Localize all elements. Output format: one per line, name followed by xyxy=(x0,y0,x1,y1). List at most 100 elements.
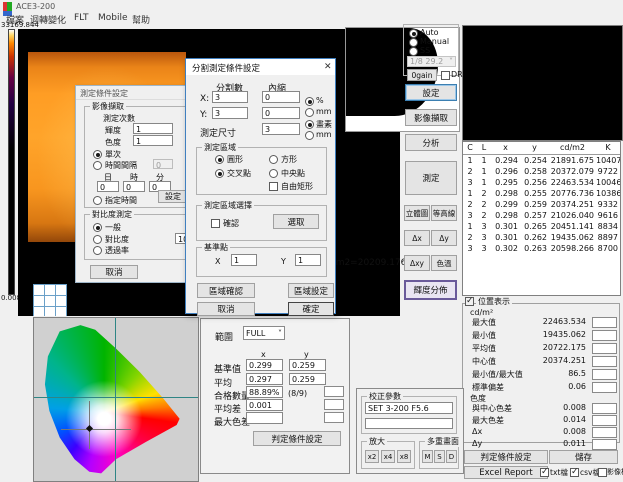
area-set-button[interactable]: 區域設定 xyxy=(288,283,334,298)
measure-button[interactable]: 測定 xyxy=(405,161,457,195)
position-display-checkbox[interactable] xyxy=(465,297,474,306)
radio-inset-mm[interactable] xyxy=(305,108,314,117)
result-limit-box[interactable] xyxy=(324,412,344,423)
result-limit-box[interactable] xyxy=(324,386,344,397)
color-temp-button[interactable]: 色溫 xyxy=(431,255,457,271)
hour-field[interactable]: 0 xyxy=(123,181,145,192)
reference-x-field[interactable]: 0.299 xyxy=(246,359,283,371)
range-dropdown[interactable]: FULL ˅ xyxy=(243,326,285,340)
zoom-x2-button[interactable]: x2 xyxy=(365,450,379,463)
table-row[interactable]: 310.2950.25622463.53410046 xyxy=(463,177,620,188)
image-file-checkbox[interactable] xyxy=(598,468,607,477)
stat-limit-box[interactable] xyxy=(592,343,617,354)
dialog-title-bar[interactable]: 分割測定條件設定 ✕ xyxy=(186,59,335,75)
radio-circle[interactable] xyxy=(215,155,224,164)
contour-button[interactable]: 等高線 xyxy=(431,205,457,221)
delta-y-button[interactable]: Δy xyxy=(431,230,457,246)
judge-condition-button-2[interactable]: 判定條件設定 xyxy=(253,431,341,446)
stat-limit-box[interactable] xyxy=(592,317,617,328)
x-divisions-field[interactable]: 3 xyxy=(212,91,248,103)
y-divisions-field[interactable]: 3 xyxy=(212,107,248,119)
day-field[interactable]: 0 xyxy=(97,181,119,192)
analyze-button[interactable]: 分析 xyxy=(405,134,457,151)
radio-transmittance[interactable] xyxy=(93,246,102,255)
zero-gain-button[interactable]: 0gain xyxy=(407,69,437,81)
menu-mobile[interactable]: Mobile xyxy=(98,13,128,23)
multi-d-button[interactable]: D xyxy=(446,450,457,463)
radio-contrast[interactable] xyxy=(93,235,102,244)
save-button[interactable]: 儲存 xyxy=(549,450,618,464)
settings-button[interactable]: 設定 xyxy=(405,84,457,101)
average-x-field[interactable]: 0.297 xyxy=(246,373,283,385)
csv-file-checkbox[interactable] xyxy=(570,468,579,477)
measure-size-field[interactable]: 3 xyxy=(262,123,300,135)
calibration-empty-field[interactable] xyxy=(365,418,453,429)
stat-limit-box[interactable] xyxy=(592,439,617,450)
table-row[interactable]: 130.3010.26520451.1418834 xyxy=(463,221,620,232)
multi-s-button[interactable]: S xyxy=(434,450,445,463)
stat-limit-box[interactable] xyxy=(592,356,617,367)
reference-y-field[interactable]: 0.259 xyxy=(289,359,326,371)
interval-field[interactable]: 0 xyxy=(153,159,173,169)
delta-xy-button[interactable]: Δxy xyxy=(404,255,430,271)
time-set-button[interactable]: 設定 xyxy=(158,190,188,203)
table-row[interactable]: 120.2980.25520776.73610386 xyxy=(463,188,620,199)
radio-general[interactable] xyxy=(93,223,102,232)
chroma-count-field[interactable]: 1 xyxy=(133,135,173,146)
split-cancel-button[interactable]: 取消 xyxy=(197,302,255,316)
table-row[interactable]: 230.3010.26219435.0628897 xyxy=(463,232,620,243)
txt-file-checkbox[interactable] xyxy=(540,468,549,477)
luminance-count-field[interactable]: 1 xyxy=(133,123,173,134)
radio-cross-point[interactable] xyxy=(215,169,224,178)
radio-size-pixel[interactable] xyxy=(305,120,314,129)
solid-view-button[interactable]: 立體圖 xyxy=(404,205,430,221)
menu-flt[interactable]: FLT xyxy=(74,13,88,23)
excel-report-button[interactable]: Excel Report xyxy=(464,466,548,479)
base-y-field[interactable]: 1 xyxy=(295,254,321,266)
stat-limit-box[interactable] xyxy=(592,403,617,414)
pick-button[interactable]: 選取 xyxy=(273,214,319,229)
stat-limit-box[interactable] xyxy=(592,330,617,341)
luminance-dist-button[interactable]: 輝度分佈 xyxy=(404,280,457,300)
radio-manual[interactable] xyxy=(409,38,418,47)
table-row[interactable]: 220.2990.25920374.2519332 xyxy=(463,199,620,210)
image-capture-button[interactable]: 影像擷取 xyxy=(405,109,457,126)
table-row[interactable]: 330.3020.26320598.2668700 xyxy=(463,243,620,254)
radio-inset-percent[interactable] xyxy=(305,97,314,106)
menu-help[interactable]: 幫助 xyxy=(132,13,150,26)
multi-m-button[interactable]: M xyxy=(422,450,433,463)
stat-limit-box[interactable] xyxy=(592,369,617,380)
dialog-title-bar[interactable]: 測定條件設定 xyxy=(76,86,194,100)
dr-checkbox[interactable] xyxy=(441,71,450,80)
result-limit-box[interactable] xyxy=(324,399,344,410)
radio-ss[interactable] xyxy=(409,47,418,56)
table-row[interactable]: 110.2940.25421891.67510407 xyxy=(463,155,620,166)
stat-limit-box[interactable] xyxy=(592,382,617,393)
stat-limit-box[interactable] xyxy=(592,415,617,426)
table-row[interactable]: 320.2980.25721026.0409616 xyxy=(463,210,620,221)
radio-interval[interactable] xyxy=(93,161,102,170)
confirm-checkbox[interactable] xyxy=(211,219,220,228)
radio-center-point[interactable] xyxy=(269,169,278,178)
delta-x-button[interactable]: Δx xyxy=(404,230,430,246)
radio-auto[interactable] xyxy=(409,29,418,38)
average-y-field[interactable]: 0.259 xyxy=(289,373,326,385)
base-x-field[interactable]: 1 xyxy=(231,254,257,266)
judge-condition-button[interactable]: 判定條件設定 xyxy=(464,450,548,464)
zoom-x8-button[interactable]: x8 xyxy=(397,450,411,463)
stat-limit-box[interactable] xyxy=(592,427,617,438)
radio-square[interactable] xyxy=(269,155,278,164)
y-inset-field[interactable]: 0 xyxy=(262,107,300,119)
split-ok-button[interactable]: 確定 xyxy=(288,302,334,316)
free-rect-checkbox[interactable] xyxy=(269,182,278,191)
table-row[interactable]: 210.2960.25820372.0799722 xyxy=(463,166,620,177)
shutter-dropdown[interactable]: 1/8 29.2 ˅ xyxy=(407,56,456,67)
calibration-set-field[interactable]: SET 3-200 F5.6 xyxy=(365,402,453,414)
zoom-x4-button[interactable]: x4 xyxy=(381,450,395,463)
measure-cancel-button[interactable]: 取消 xyxy=(90,265,138,279)
area-confirm-button[interactable]: 區域確認 xyxy=(197,283,255,298)
radio-specified-time[interactable] xyxy=(93,196,102,205)
radio-size-mm[interactable] xyxy=(305,131,314,140)
close-icon[interactable]: ✕ xyxy=(324,62,332,72)
x-inset-field[interactable]: 0 xyxy=(262,91,300,103)
